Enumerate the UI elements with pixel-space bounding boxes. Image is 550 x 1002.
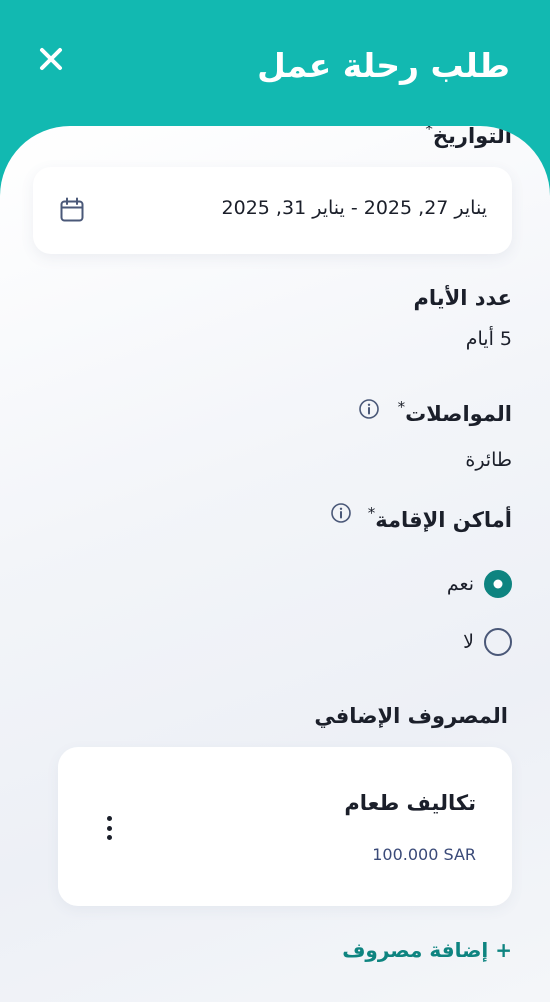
date-range-value: يناير 27, 2025 - يناير 31, 2025 — [221, 197, 487, 219]
expense-title: تكاليف طعام — [344, 791, 476, 815]
radio-unselected-icon[interactable] — [484, 628, 512, 656]
required-mark: * — [397, 398, 406, 416]
required-mark: * — [367, 504, 376, 522]
expense-amount: 100.000 SAR — [372, 845, 476, 864]
radio-no-label: لا — [463, 631, 474, 653]
kebab-menu-icon[interactable] — [98, 813, 120, 843]
add-expense-link[interactable]: + إضافة مصروف — [342, 938, 512, 962]
kebab-dot — [106, 816, 112, 821]
kebab-dot — [106, 835, 112, 840]
expense-card[interactable]: تكاليف طعام 100.000 SAR — [58, 747, 512, 906]
kebab-dot — [106, 825, 112, 831]
accommodation-label-text: أماكن الإقامة — [375, 508, 512, 532]
close-icon — [40, 48, 62, 70]
close-button[interactable] — [34, 42, 68, 76]
form-sheet: التواريخ* يناير 27, 2025 - يناير 31, 202… — [0, 126, 550, 1002]
dates-label-text: التواريخ — [432, 126, 512, 148]
transport-value: طائرة — [465, 449, 512, 471]
calendar-icon[interactable] — [58, 196, 86, 224]
transport-info-icon[interactable] — [358, 398, 380, 420]
days-value: 5 أيام — [465, 328, 512, 350]
accommodation-info-icon[interactable] — [330, 502, 352, 524]
radio-selected-icon[interactable] — [484, 570, 512, 598]
extra-expense-label: المصروف الإضافي — [314, 704, 508, 728]
radio-yes-label: نعم — [446, 573, 474, 595]
days-label: عدد الأيام — [413, 286, 512, 310]
page-title: طلب رحلة عمل — [257, 46, 510, 85]
transport-label: المواصلات* — [398, 398, 512, 426]
accommodation-label: أماكن الإقامة* — [368, 504, 512, 532]
required-mark: * — [425, 126, 433, 138]
dates-label: التواريخ* — [425, 126, 512, 148]
transport-label-text: المواصلات — [405, 402, 512, 426]
date-range-field[interactable]: يناير 27, 2025 - يناير 31, 2025 — [33, 167, 512, 254]
radio-option-no[interactable]: لا — [463, 626, 512, 658]
radio-option-yes[interactable]: نعم — [447, 568, 512, 600]
